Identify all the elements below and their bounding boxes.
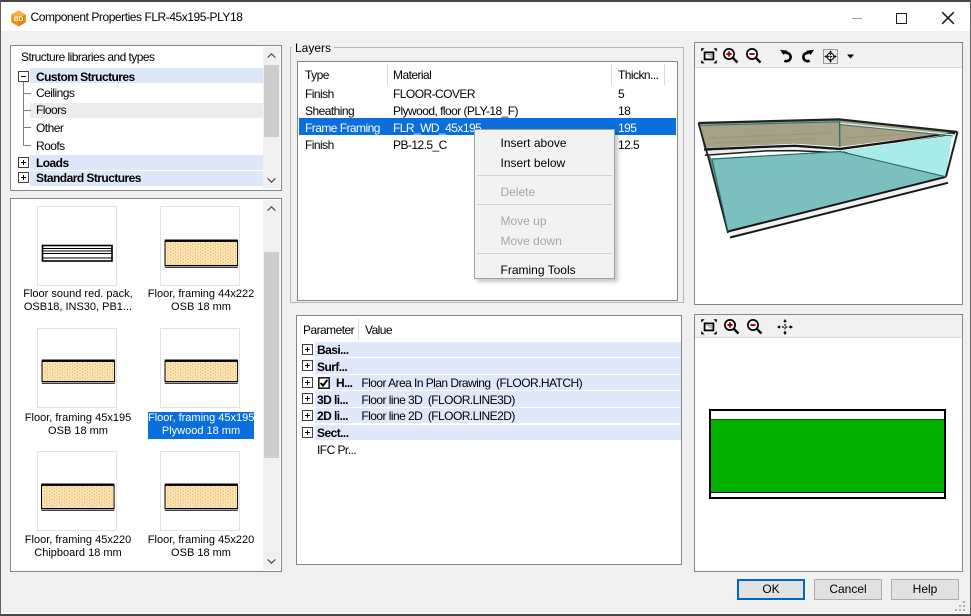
svg-text:BD: BD [14,16,24,23]
